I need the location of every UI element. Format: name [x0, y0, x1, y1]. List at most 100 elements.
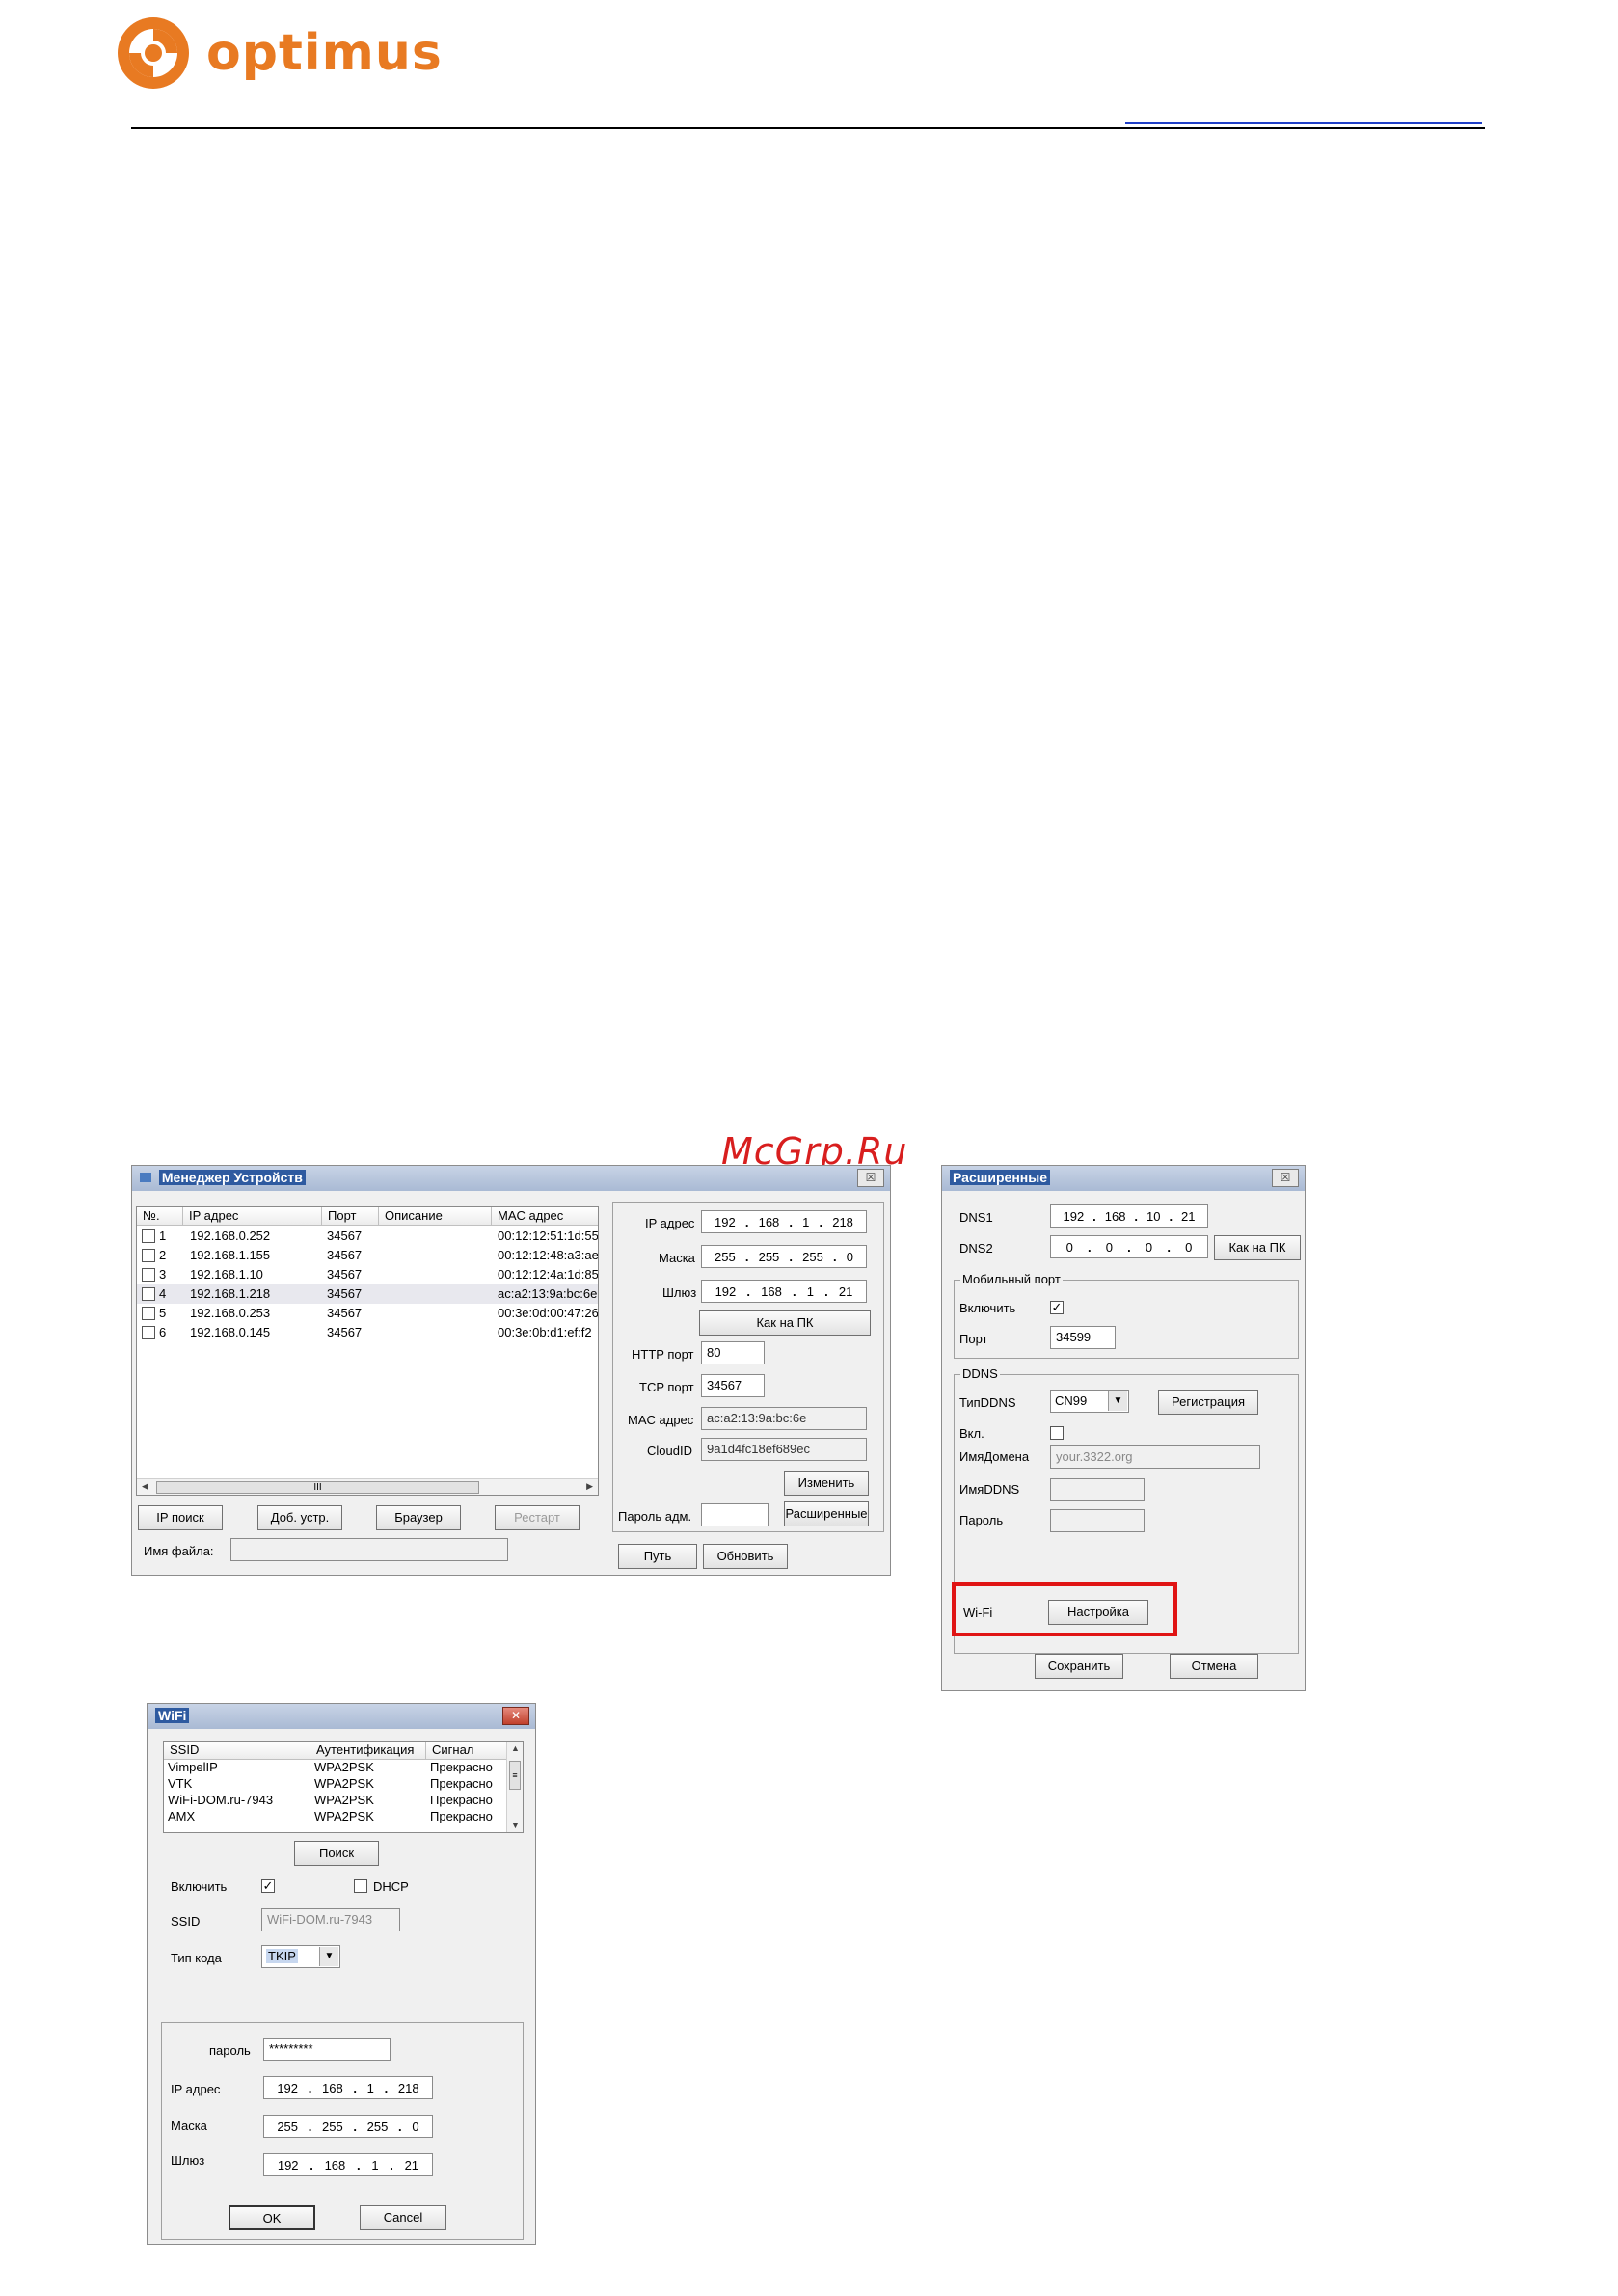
- column-header-number[interactable]: №.: [137, 1207, 183, 1226]
- row-checkbox[interactable]: [142, 1229, 155, 1243]
- wifi-ip-field[interactable]: 192. 168. 1. 218: [263, 2076, 433, 2099]
- column-header-ip[interactable]: IP адрес: [183, 1207, 322, 1226]
- domain-name-input[interactable]: your.3322.org: [1050, 1445, 1260, 1469]
- horizontal-scrollbar[interactable]: ◀ III ▶: [137, 1478, 598, 1495]
- wifi-titlebar: WiFi: [148, 1704, 535, 1729]
- chevron-down-icon[interactable]: ▼: [319, 1947, 338, 1966]
- ddns-name-input[interactable]: [1050, 1478, 1145, 1501]
- vertical-scrollbar[interactable]: ▲ ≡ ▼: [506, 1742, 523, 1832]
- column-header-auth[interactable]: Аутентификация: [310, 1742, 426, 1760]
- column-header-signal[interactable]: Сигнал: [426, 1742, 508, 1760]
- ssid-input[interactable]: WiFi-DOM.ru-7943: [261, 1908, 400, 1931]
- ip-address-field[interactable]: 192. 168. 1. 218: [701, 1210, 867, 1233]
- ddns-password-label: Пароль: [959, 1513, 1004, 1527]
- network-signal: Прекрасно: [430, 1776, 493, 1791]
- list-item[interactable]: AMX WPA2PSK Прекрасно: [164, 1808, 523, 1824]
- table-row[interactable]: 1 192.168.0.252 34567 00:12:12:51:1d:55: [137, 1227, 598, 1246]
- ip-octet: 1: [802, 1214, 810, 1229]
- brand-logo: optimus: [116, 15, 443, 91]
- ip-octet: 192: [715, 1214, 736, 1229]
- code-type-value: TKIP: [266, 1949, 298, 1963]
- row-checkbox[interactable]: [142, 1287, 155, 1301]
- file-name-input[interactable]: [230, 1538, 508, 1561]
- ddns-type-select[interactable]: CN99 ▼: [1050, 1390, 1129, 1413]
- dns2-field[interactable]: 0. 0. 0. 0: [1050, 1235, 1208, 1258]
- http-port-input[interactable]: 80: [701, 1341, 765, 1364]
- wifi-password-label: пароль: [209, 2043, 251, 2058]
- table-row[interactable]: 3 192.168.1.10 34567 00:12:12:4a:1d:85: [137, 1265, 598, 1284]
- scroll-right-icon[interactable]: ▶: [586, 1481, 593, 1492]
- list-item[interactable]: VimpelIP WPA2PSK Прекрасно: [164, 1759, 523, 1775]
- change-button[interactable]: Изменить: [784, 1471, 869, 1496]
- column-header-mac[interactable]: MAC адрес: [492, 1207, 598, 1226]
- refresh-button[interactable]: Обновить: [703, 1544, 788, 1569]
- wifi-enable-checkbox[interactable]: ✓: [261, 1879, 275, 1893]
- ddns-password-input[interactable]: [1050, 1509, 1145, 1532]
- mobile-enable-checkbox[interactable]: ✓: [1050, 1301, 1064, 1314]
- ddns-on-checkbox[interactable]: [1050, 1426, 1064, 1440]
- network-signal: Прекрасно: [430, 1760, 493, 1774]
- scroll-up-icon[interactable]: ▲: [511, 1743, 520, 1753]
- browser-button[interactable]: Браузер: [376, 1505, 461, 1530]
- restart-button[interactable]: Рестарт: [495, 1505, 580, 1530]
- path-button[interactable]: Путь: [618, 1544, 697, 1569]
- network-auth: WPA2PSK: [314, 1760, 374, 1774]
- dns1-field[interactable]: 192. 168. 10. 21: [1050, 1204, 1208, 1228]
- close-icon[interactable]: ☒: [1272, 1169, 1299, 1187]
- row-checkbox[interactable]: [142, 1326, 155, 1339]
- cancel-button[interactable]: Отмена: [1170, 1654, 1258, 1679]
- table-row[interactable]: 4 192.168.1.218 34567 ac:a2:13:9a:bc:6e: [137, 1284, 598, 1304]
- register-button[interactable]: Регистрация: [1158, 1390, 1258, 1415]
- wifi-gateway-field[interactable]: 192. 168. 1. 21: [263, 2153, 433, 2176]
- wifi-mask-field[interactable]: 255. 255. 255. 0: [263, 2115, 433, 2138]
- ip-octet: 218: [397, 2080, 419, 2095]
- admin-password-input[interactable]: [701, 1503, 769, 1526]
- table-row[interactable]: 5 192.168.0.253 34567 00:3e:0d:00:47:26: [137, 1304, 598, 1323]
- wifi-network-list[interactable]: SSID Аутентификация Сигнал VimpelIP WPA2…: [163, 1741, 524, 1833]
- column-header-port[interactable]: Порт: [322, 1207, 379, 1226]
- list-item[interactable]: VTK WPA2PSK Прекрасно: [164, 1775, 523, 1792]
- scroll-left-icon[interactable]: ◀: [142, 1481, 148, 1492]
- wifi-password-input[interactable]: *********: [263, 2038, 391, 2061]
- scroll-thumb[interactable]: ≡: [509, 1761, 521, 1790]
- as-pc-button[interactable]: Как на ПК: [1214, 1235, 1301, 1260]
- table-row[interactable]: 6 192.168.0.145 34567 00:3e:0b:d1:ef:f2: [137, 1323, 598, 1342]
- table-row[interactable]: 2 192.168.1.155 34567 00:12:12:48:a3:ae: [137, 1246, 598, 1265]
- column-header-ssid[interactable]: SSID: [164, 1742, 310, 1760]
- wifi-gateway-label: Шлюз: [171, 2153, 205, 2168]
- row-port: 34567: [327, 1248, 363, 1262]
- as-pc-button[interactable]: Как на ПК: [699, 1310, 871, 1336]
- save-button[interactable]: Сохранить: [1035, 1654, 1123, 1679]
- mobile-port-input[interactable]: 34599: [1050, 1326, 1116, 1349]
- chevron-down-icon[interactable]: ▼: [1108, 1391, 1127, 1411]
- list-item[interactable]: WiFi-DOM.ru-7943 WPA2PSK Прекрасно: [164, 1792, 523, 1808]
- scroll-thumb[interactable]: III: [156, 1481, 479, 1494]
- row-checkbox[interactable]: [142, 1249, 155, 1262]
- ip-octet: 192: [277, 2080, 299, 2095]
- scroll-down-icon[interactable]: ▼: [511, 1821, 520, 1830]
- ip-search-button[interactable]: IP поиск: [138, 1505, 223, 1530]
- tcp-port-input[interactable]: 34567: [701, 1374, 765, 1397]
- ok-button[interactable]: OK: [229, 2205, 315, 2230]
- close-icon[interactable]: ☒: [857, 1169, 884, 1187]
- gateway-field[interactable]: 192. 168. 1. 21: [701, 1280, 867, 1303]
- row-checkbox[interactable]: [142, 1268, 155, 1282]
- gateway-octet: 192: [715, 1283, 737, 1299]
- advanced-button[interactable]: Расширенные: [784, 1501, 869, 1526]
- search-button[interactable]: Поиск: [294, 1841, 379, 1866]
- mask-octet: 0: [846, 1249, 853, 1264]
- gateway-octet: 168: [324, 2157, 346, 2173]
- mask-field[interactable]: 255. 255. 255. 0: [701, 1245, 867, 1268]
- dhcp-checkbox[interactable]: [354, 1879, 367, 1893]
- row-mac: 00:12:12:51:1d:55: [498, 1229, 599, 1243]
- cancel-button[interactable]: Cancel: [360, 2205, 446, 2230]
- column-header-description[interactable]: Описание: [379, 1207, 492, 1226]
- ddns-type-value: CN99: [1055, 1393, 1088, 1408]
- add-device-button[interactable]: Доб. устр.: [257, 1505, 342, 1530]
- network-ssid: AMX: [168, 1809, 196, 1823]
- code-type-select[interactable]: TKIP ▼: [261, 1945, 340, 1968]
- device-list[interactable]: №. IP адрес Порт Описание MAC адрес 1 19…: [136, 1206, 599, 1496]
- close-icon[interactable]: ✕: [502, 1707, 529, 1725]
- row-number: 5: [159, 1306, 167, 1320]
- row-checkbox[interactable]: [142, 1307, 155, 1320]
